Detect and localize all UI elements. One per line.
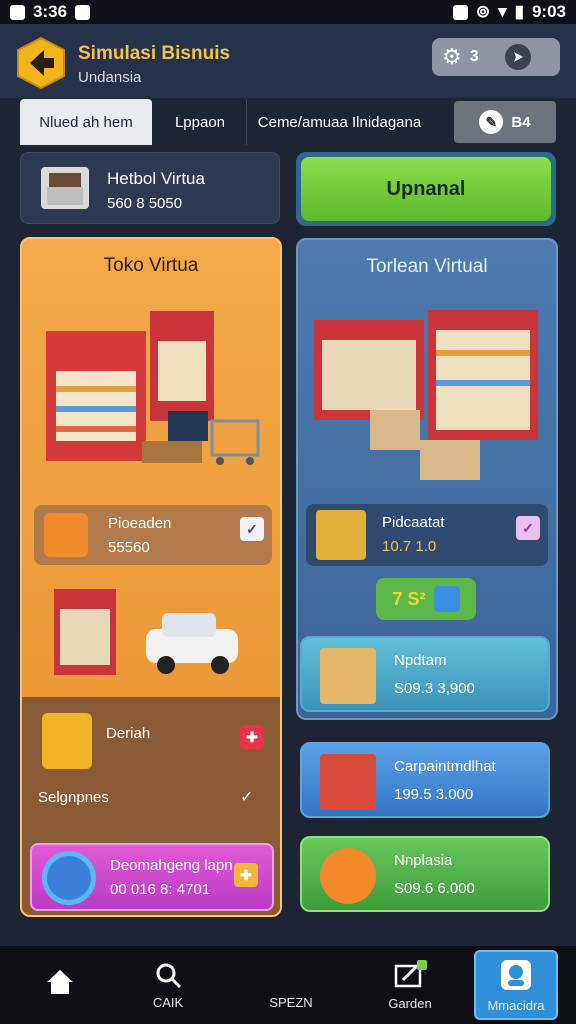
arrow-icon: [513, 52, 523, 62]
tab-tools-label: B4: [511, 113, 531, 131]
left-card-1-value: 55560: [108, 539, 150, 556]
tab-1[interactable]: Nlued ah hem: [20, 99, 152, 145]
tab-3[interactable]: Ceme/amuaa Ilnidagana: [246, 99, 432, 145]
left-card-3[interactable]: Deomahgeng lapn 00 016 8: 4701 ✚: [30, 843, 274, 911]
list-item[interactable]: Npdtam S09.3 3,900: [300, 636, 550, 712]
app-header: Simulasi Bisnuis Undansia ⚙ 3: [0, 24, 576, 98]
signal-icon: ▮: [514, 2, 524, 21]
nav-search-label: CAIK: [152, 994, 184, 1010]
left-card-1-label: Pioeaden: [108, 515, 172, 532]
tab-bar: Nlued ah hem Lppaon Ceme/amuaa Ilnidagan…: [20, 99, 560, 147]
gear-icon[interactable]: ⚙: [442, 44, 462, 70]
home-icon: [47, 970, 73, 994]
right-panel-title: Torlean Virtual: [366, 256, 488, 277]
checkbox-icon[interactable]: ✓: [516, 516, 540, 540]
list-item-value: 199.5 3.000: [394, 786, 474, 803]
right-card-1[interactable]: Pidcaatat 10.7 1.0 ✓: [306, 504, 548, 566]
list-item[interactable]: Nnplasia S09.6 6.000: [300, 836, 550, 912]
nav-active-tab[interactable]: Mmacidra: [474, 950, 558, 1020]
nav-special[interactable]: SPEZN: [246, 946, 336, 1024]
bottom-navigation: CAIK SPEZN Garden Mmacidra: [0, 946, 576, 1024]
plus-icon[interactable]: ✚: [234, 863, 258, 887]
calendar-icon: [44, 513, 88, 557]
app-title: Simulasi Bisnuis: [78, 43, 231, 64]
nav-garden[interactable]: Garden: [370, 946, 450, 1024]
left-panel-title: Toko Virtua: [103, 255, 199, 276]
left-card-2-label: Deriah: [106, 725, 151, 742]
store-summary-card[interactable]: Hetbol Virtua 560 8 5050: [20, 152, 280, 224]
register-icon: [41, 167, 89, 209]
app-notification-icon: [75, 4, 91, 20]
left-card-1[interactable]: Pioeaden 55560 ✓: [34, 505, 272, 565]
nav-home[interactable]: [20, 946, 100, 1024]
check-mark-icon[interactable]: ✓: [240, 787, 253, 807]
tab-tools[interactable]: ✎ B4: [454, 101, 556, 143]
right-card-1-label: Pidcaatat: [382, 514, 445, 531]
store-value: 560 8 5050: [107, 195, 183, 212]
app-logo-icon: [17, 36, 65, 90]
store-illustration-icon: [46, 311, 260, 465]
app-subtitle: Undansia: [78, 69, 142, 86]
left-card-2[interactable]: Deriah ✚: [34, 709, 272, 769]
search-icon: [156, 963, 182, 988]
box-icon: [320, 648, 376, 704]
shop-car-illustration-icon: [54, 589, 238, 675]
status-time-right: 9:03: [531, 2, 566, 21]
cart-icon: [42, 713, 92, 769]
edit-icon: [394, 959, 427, 987]
nav-garden-label: Garden: [388, 995, 432, 1011]
store-title: Hetbol Virtua: [107, 169, 205, 188]
list-item-label: Carpaintmdlhat: [394, 758, 496, 775]
shopping-basket-icon: [316, 510, 366, 560]
wifi-icon: ▾: [498, 2, 507, 21]
left-card-2-sub: Selgnpnes: [38, 789, 109, 806]
basket-icon: [320, 754, 376, 810]
share-button[interactable]: [504, 44, 531, 70]
list-item-value: S09.3 3,900: [394, 680, 475, 697]
arrow-icon: [433, 586, 460, 612]
upgrade-label: Upnanal: [301, 157, 551, 221]
settings-count: 3: [469, 48, 479, 65]
left-store-panel: Toko Virtua Pioeaden 55560 ✓ Deriah ✚ Se…: [20, 237, 282, 917]
gear-badge-icon: [42, 851, 96, 905]
status-time-left: 3:36: [33, 2, 68, 21]
left-card-3-label: Deomahgeng lapn: [110, 857, 233, 874]
right-card-1-value: 10.7 1.0: [382, 538, 437, 555]
left-card-3-value: 00 016 8: 4701: [110, 881, 211, 898]
supermarket-illustration-icon: [314, 310, 538, 480]
upgrade-button[interactable]: Upnanal: [296, 152, 556, 226]
list-item-label: Nnplasia: [394, 852, 453, 869]
nav-active-tab-label: Mmacidra: [487, 997, 545, 1013]
bonus-chip-label: 7 S²: [392, 588, 426, 609]
wrench-icon: ✎: [479, 110, 504, 134]
gift-icon[interactable]: ✚: [240, 725, 264, 749]
bonus-chip[interactable]: 7 S²: [376, 578, 476, 620]
list-item[interactable]: Carpaintmdlhat 199.5 3.000: [300, 742, 550, 818]
fruit-mascot-icon: [320, 848, 376, 904]
nav-special-label: SPEZN: [269, 994, 313, 1010]
header-actions: ⚙ 3: [432, 38, 560, 76]
status-bar: 3:36 ⊚ ▾ ▮ 9:03: [0, 0, 576, 24]
notification-icon: [10, 4, 25, 20]
alarm-icon: [452, 4, 468, 20]
tab-2[interactable]: Lppaon: [160, 99, 240, 145]
list-item-label: Npdtam: [394, 652, 447, 669]
nav-search[interactable]: CAIK: [128, 946, 208, 1024]
sync-icon: ⊚: [475, 2, 491, 21]
list-item-value: S09.6 6.000: [394, 880, 475, 897]
profile-icon: [501, 959, 531, 990]
checkbox-icon[interactable]: ✓: [240, 517, 264, 541]
